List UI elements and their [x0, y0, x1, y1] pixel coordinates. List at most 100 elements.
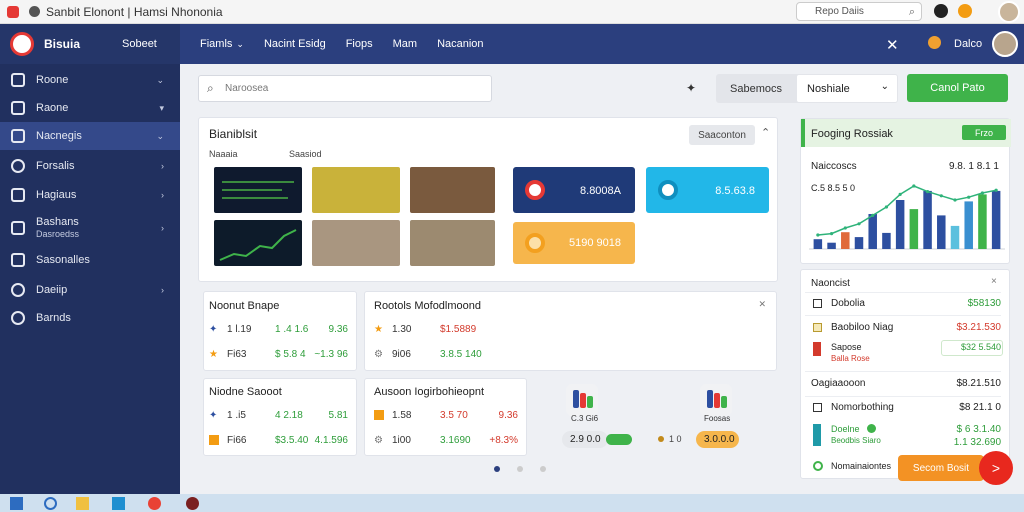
thumbnail-chart[interactable] — [214, 220, 302, 266]
table-row[interactable]: ★ 1.30 $1.5889 — [374, 322, 494, 338]
checkbox[interactable] — [813, 323, 822, 332]
filter-select[interactable]: Noshiale ⌄ — [797, 75, 897, 102]
gallery-button[interactable]: Saaconton — [689, 125, 755, 145]
primary-action-button[interactable]: Canol Pato — [907, 74, 1008, 102]
stat-tile-3[interactable]: 5190 9018 — [513, 222, 635, 264]
windows-start-icon[interactable] — [10, 497, 23, 510]
nav-item-1[interactable]: Fiamls — [200, 38, 232, 50]
main-search-input[interactable]: ⌕ Naroosea — [198, 75, 492, 102]
nav-user-name[interactable]: Dalco — [954, 38, 982, 50]
title-search-input[interactable]: Repo Daiis ⌕ — [796, 2, 922, 21]
close-icon[interactable]: × — [991, 276, 997, 287]
nav-item-2[interactable]: Nacint Esidg — [264, 38, 326, 50]
next-fab-button[interactable]: > — [979, 451, 1013, 485]
bar-chart-icon[interactable] — [566, 384, 598, 416]
value-pill[interactable]: 3.0.0.0 — [696, 431, 739, 448]
pin-icon[interactable]: ✦ — [686, 81, 696, 95]
thumbnail-photo[interactable] — [312, 220, 400, 266]
user-icon[interactable]: ✕ — [886, 36, 899, 54]
list-item[interactable]: Oagiaaooon $8.21.510 — [809, 376, 1005, 392]
chart-bar[interactable] — [937, 215, 946, 249]
table-row[interactable]: ✦ 1 l.19 1 .4 1.6 9.36 — [209, 322, 348, 338]
table-row[interactable]: ⚙ 9i06 3.8.5 140 — [374, 347, 494, 363]
thumbnail-photo[interactable] — [312, 167, 400, 213]
bar-chart-icon[interactable] — [700, 384, 732, 416]
table-row[interactable]: Fi66 $3.5.40 4.1.596 — [209, 433, 348, 449]
avatar[interactable] — [992, 31, 1018, 57]
chart-bar[interactable] — [882, 232, 891, 249]
list-item[interactable]: Dobolia $58130 — [809, 296, 1005, 312]
stat-tile-1[interactable]: 8.8008A — [513, 167, 635, 213]
search-icon[interactable]: ⌕ — [909, 6, 915, 19]
chart-bar[interactable] — [950, 225, 960, 249]
chevron-down-icon[interactable]: ⌄ — [156, 75, 164, 86]
chart-bar[interactable] — [923, 190, 932, 249]
list-item[interactable]: Baobiloo Niag $3.21.530 — [809, 320, 1005, 336]
table-row[interactable]: ★ Fi63 $ 5.8 4 ~1.3 96 — [209, 347, 348, 363]
checkbox[interactable] — [813, 299, 822, 308]
bell-icon[interactable] — [928, 36, 941, 49]
folder-icon[interactable] — [76, 497, 89, 510]
tab-2[interactable]: Saasiod — [289, 149, 322, 159]
chart-bar[interactable] — [909, 209, 919, 249]
brand-logo-icon[interactable] — [10, 32, 34, 56]
chart-bar[interactable] — [964, 201, 973, 249]
browser-icon[interactable] — [148, 497, 161, 510]
table-row[interactable]: ✦ 1 .i5 4 2.18 5.81 — [209, 408, 348, 424]
stat-tile-2[interactable]: 8.5.63.8 — [646, 167, 769, 213]
nav-item-4[interactable]: Mam — [393, 38, 417, 50]
github-icon[interactable] — [934, 4, 948, 18]
table-row[interactable]: ⚙ 1i00 3.1690 +8.3% — [374, 433, 518, 449]
pager-dot[interactable] — [540, 466, 546, 472]
tab-1[interactable]: Naaaia — [209, 149, 238, 159]
chart-bar[interactable] — [895, 200, 905, 249]
chart-bar[interactable] — [841, 232, 850, 249]
sidebar-item-5[interactable]: Hagiaus › — [0, 181, 180, 209]
app-icon[interactable] — [112, 497, 125, 510]
checkbox[interactable] — [813, 403, 822, 412]
nav-item-5[interactable]: Nacanion — [437, 38, 483, 50]
floating-action-button[interactable]: Secom Bosit — [898, 455, 984, 481]
sidebar-item-2[interactable]: Raone ▾ — [0, 94, 180, 122]
chart-bar[interactable] — [978, 194, 987, 249]
thumbnail-dashboard[interactable] — [214, 167, 302, 213]
github-icon[interactable] — [29, 6, 40, 17]
close-icon[interactable]: ✕ — [758, 299, 766, 310]
sidebar-item-1[interactable]: Roone ⌄ — [0, 66, 180, 94]
nav-item-1-chevron-icon[interactable]: ⌄ — [236, 39, 244, 50]
value-pill[interactable]: 2.9 0.0 — [562, 431, 608, 448]
sidebar-item-8[interactable]: Daeiip › — [0, 276, 180, 304]
thumbnail-photo[interactable] — [410, 167, 495, 213]
sidebar-item-7[interactable]: Sasonalles — [0, 246, 180, 274]
segment-label[interactable]: Sabemocs — [716, 74, 796, 103]
expand-icon[interactable]: ⌃ — [761, 126, 770, 139]
sidebar-item-3[interactable]: Nacnegis ⌄ — [0, 122, 180, 150]
list-item[interactable]: Sapose Balla Rose $32 5.540 — [809, 340, 1005, 368]
chart-bar[interactable] — [827, 242, 836, 249]
chevron-down-icon[interactable]: ▾ — [159, 103, 164, 114]
sidebar-item-4[interactable]: Forsalis › — [0, 152, 180, 180]
nav-item-3[interactable]: Fiops — [346, 38, 373, 50]
chevron-right-icon[interactable]: › — [161, 285, 164, 295]
search-icon[interactable] — [44, 497, 57, 510]
chevron-right-icon[interactable]: › — [161, 161, 164, 171]
list-item[interactable]: Doelne Beodbis Siaro $ 6 3.1.40 1.1 32.6… — [809, 422, 1005, 450]
chevron-right-icon[interactable]: › — [161, 223, 164, 233]
sidebar-item-9[interactable]: Barnds — [0, 304, 180, 332]
chart-card-button[interactable]: Frzo — [962, 125, 1006, 140]
thumbnail-photo[interactable] — [410, 220, 495, 266]
chevron-right-icon[interactable]: › — [161, 190, 164, 200]
chevron-down-icon[interactable]: ⌄ — [156, 131, 164, 142]
chart-bar[interactable] — [813, 239, 823, 249]
chart-bar[interactable] — [854, 237, 864, 249]
list-item[interactable]: Nomorbothing $8 21.1 0 — [809, 400, 1005, 416]
chart-bar[interactable] — [868, 214, 877, 249]
app-icon[interactable] — [186, 497, 199, 510]
table-row[interactable]: 1.58 3.5 70 9.36 — [374, 408, 518, 424]
notification-icon[interactable] — [958, 4, 972, 18]
pager-dot[interactable] — [517, 466, 523, 472]
chart-bar[interactable] — [991, 190, 1001, 249]
pager-dot[interactable] — [494, 466, 500, 472]
sidebar-item-6[interactable]: Bashans Dasroedss › — [0, 212, 180, 244]
avatar[interactable] — [998, 1, 1020, 23]
